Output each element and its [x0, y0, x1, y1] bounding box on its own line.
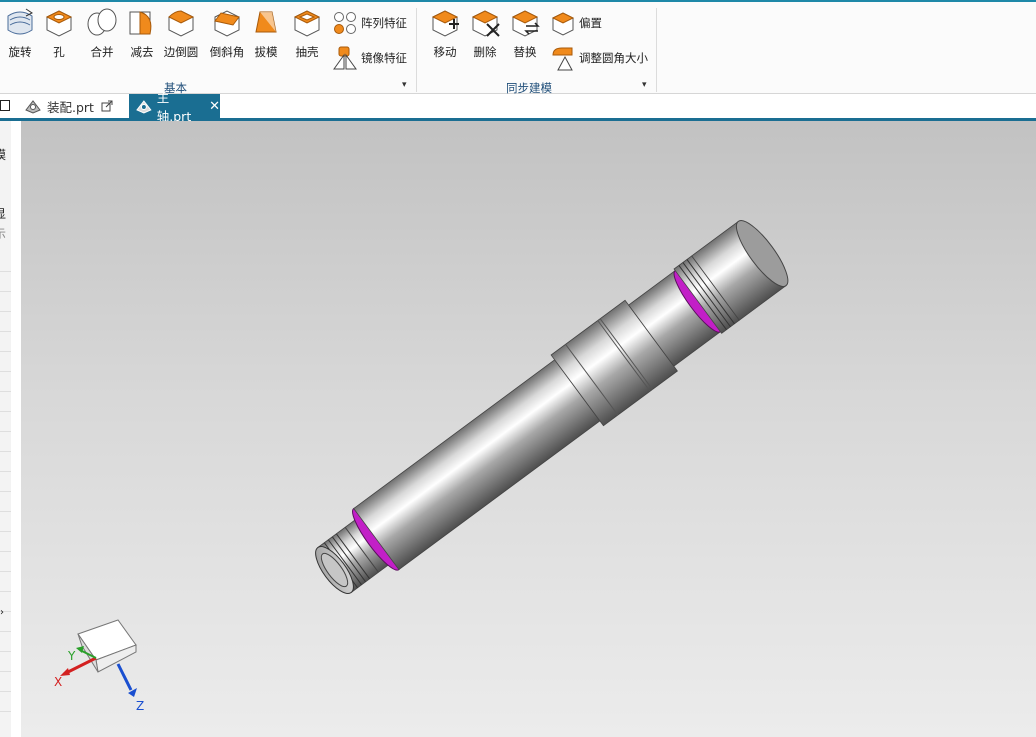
- pattern-feature-label: 阵列特征: [361, 16, 407, 30]
- ribbon: 旋转孔合并 减去 边倒圆 倒斜角 拔模 抽壳 阵列特征 镜像特征 基本 ▾ 移动 删除 替换 …: [0, 0, 1036, 95]
- tool-label: 删除: [473, 45, 497, 59]
- close-icon[interactable]: ✕: [209, 99, 220, 114]
- sync-group-expand-icon[interactable]: ▾: [642, 80, 647, 90]
- subtract-button[interactable]: 减去: [122, 6, 162, 60]
- group-separator: [656, 8, 657, 92]
- pattern-feature-icon: [334, 12, 356, 34]
- unite-button[interactable]: 合并: [82, 6, 122, 60]
- tab-spindle[interactable]: 主轴.prt ✕: [129, 90, 220, 124]
- mirror-feature-button[interactable]: 镜像特征: [332, 46, 407, 70]
- panel-row-divider: [0, 391, 11, 392]
- panel-row-divider: [0, 651, 11, 652]
- shell-button[interactable]: 抽壳: [287, 6, 327, 60]
- chevron-right-icon[interactable]: ›: [0, 607, 4, 618]
- window-restore-icon[interactable]: [0, 100, 10, 111]
- tool-label: 抽壳: [295, 45, 319, 59]
- panel-row-divider: [0, 351, 11, 352]
- replace-face-button[interactable]: 替换: [505, 6, 545, 60]
- panel-row-divider: [0, 471, 11, 472]
- tool-label: 替换: [513, 45, 537, 59]
- graphics-viewport[interactable]: X Y Z: [21, 121, 1036, 737]
- move-face-icon: [431, 10, 459, 37]
- model-canvas[interactable]: X Y Z: [21, 121, 1036, 737]
- panel-row-divider: [0, 331, 11, 332]
- panel-row-divider: [0, 551, 11, 552]
- z-axis-icon: [116, 663, 133, 691]
- move-face-button[interactable]: 移动: [425, 6, 465, 60]
- tool-label: 孔: [53, 45, 65, 59]
- tool-label: 旋转: [8, 45, 32, 59]
- tab-assembly[interactable]: 装配.prt: [24, 94, 128, 118]
- resize-blend-label: 调整圆角大小: [579, 51, 648, 65]
- hole-icon: [45, 10, 73, 37]
- tool-label: 合并: [90, 45, 114, 59]
- external-edit-icon: [101, 100, 113, 112]
- document-tab-bar: 装配.prt 主轴.prt ✕: [0, 90, 1036, 124]
- edge-blend-button[interactable]: 边倒圆: [161, 6, 201, 60]
- panel-row-divider: [0, 711, 11, 712]
- revolve-button[interactable]: 旋转: [0, 6, 40, 60]
- panel-row-divider: [0, 491, 11, 492]
- delete-face-button[interactable]: 删除: [465, 6, 505, 60]
- y-axis-label: Y: [67, 649, 76, 663]
- resize-blend-button[interactable]: 调整圆角大小: [550, 46, 648, 71]
- offset-region-label: 偏置: [579, 16, 602, 30]
- panel-gutter: [11, 121, 21, 737]
- panel-text-fragment: 显: [0, 205, 6, 222]
- x-axis-label: X: [54, 675, 62, 689]
- chamfer-icon: [214, 10, 240, 37]
- tool-label: 移动: [433, 45, 457, 59]
- mirror-feature-icon: [333, 46, 357, 70]
- tool-label: 倒斜角: [209, 45, 245, 59]
- part-icon: [25, 100, 41, 114]
- pattern-feature-button[interactable]: 阵列特征: [332, 11, 407, 35]
- z-axis-label: Z: [136, 699, 144, 713]
- panel-row-divider: [0, 431, 11, 432]
- hole-button[interactable]: 孔: [39, 6, 79, 60]
- panel-row-divider: [0, 311, 11, 312]
- unite-icon: [87, 8, 117, 36]
- panel-row-divider: [0, 631, 11, 632]
- draft-icon: [255, 11, 277, 33]
- delete-face-icon: [471, 10, 500, 37]
- panel-row-divider: [0, 691, 11, 692]
- draft-button[interactable]: 拔模: [246, 6, 286, 60]
- panel-row-divider: [0, 531, 11, 532]
- tool-label: 拔模: [254, 45, 278, 59]
- panel-row-divider: [0, 591, 11, 592]
- panel-row-divider: [0, 371, 11, 372]
- revolve-icon: [7, 8, 33, 35]
- panel-row-divider: [0, 511, 11, 512]
- panel-text-fragment: 示: [0, 225, 6, 242]
- panel-row-divider: [0, 271, 11, 272]
- edge-blend-icon: [168, 10, 195, 37]
- resize-blend-icon: [552, 47, 573, 71]
- panel-text-fragment: 模: [0, 146, 6, 163]
- part-icon: [136, 100, 152, 114]
- panel-row-divider: [0, 451, 11, 452]
- shell-icon: [293, 10, 321, 37]
- mirror-feature-label: 镜像特征: [361, 51, 407, 65]
- basic-group-expand-icon[interactable]: ▾: [402, 80, 407, 90]
- subtract-icon: [129, 11, 152, 35]
- offset-region-icon: [551, 12, 575, 36]
- panel-row-divider: [0, 671, 11, 672]
- tab-label: 主轴.prt: [156, 90, 192, 124]
- group-separator: [416, 8, 417, 92]
- spindle-shaft-model[interactable]: [299, 211, 797, 612]
- tool-label: 减去: [130, 45, 154, 59]
- panel-row-divider: [0, 571, 11, 572]
- panel-row-divider: [0, 291, 11, 292]
- tool-label: 边倒圆: [163, 45, 199, 59]
- tab-label: 装配.prt: [47, 99, 94, 115]
- view-triad[interactable]: X Y Z: [54, 619, 144, 713]
- replace-face-icon: [511, 10, 540, 37]
- panel-row-divider: [0, 411, 11, 412]
- chamfer-button[interactable]: 倒斜角: [207, 6, 247, 60]
- offset-region-button[interactable]: 偏置: [550, 11, 602, 36]
